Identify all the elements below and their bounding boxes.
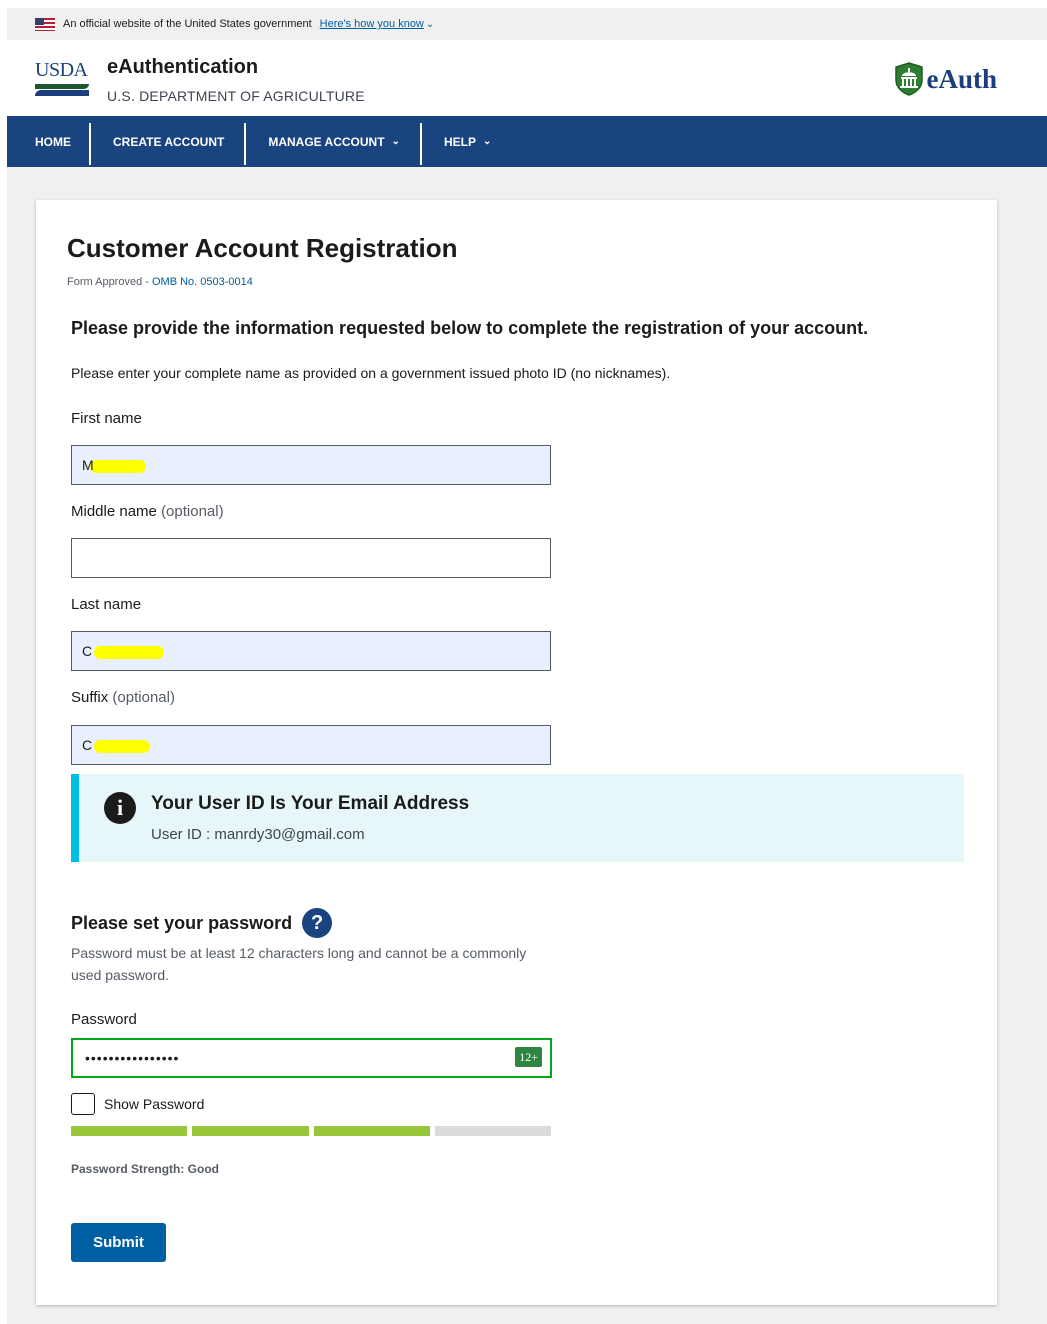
nav-help[interactable]: HELP ⌄ bbox=[422, 116, 513, 167]
redaction-mark bbox=[94, 740, 150, 753]
strength-segment-filled bbox=[71, 1126, 188, 1136]
nav-create-account[interactable]: CREATE ACCOUNT bbox=[91, 116, 247, 167]
info-icon: i bbox=[104, 792, 136, 824]
site-title[interactable]: eAuthentication bbox=[107, 56, 258, 79]
registration-card: Customer Account Registration Form Appro… bbox=[36, 200, 997, 1305]
nav-home[interactable]: HOME bbox=[7, 116, 91, 167]
first-name-input[interactable]: M bbox=[71, 445, 551, 485]
length-badge: 12+ bbox=[515, 1047, 542, 1067]
gov-banner: An official website of the United States… bbox=[7, 8, 1047, 40]
chevron-down-icon[interactable]: ⌄ bbox=[426, 19, 434, 30]
submit-button[interactable]: Submit bbox=[71, 1223, 166, 1262]
heres-how-you-know-link[interactable]: Here's how you know bbox=[320, 18, 424, 30]
show-password-checkbox[interactable] bbox=[71, 1093, 95, 1115]
redaction-mark bbox=[94, 646, 164, 659]
last-name-input[interactable]: C bbox=[71, 631, 551, 671]
last-name-label: Last name bbox=[71, 596, 142, 613]
usda-logo[interactable]: USDA bbox=[35, 60, 91, 102]
password-strength-meter bbox=[71, 1126, 551, 1136]
intro-text: Please provide the information requested… bbox=[71, 318, 869, 338]
password-hint: Password must be at least 12 characters … bbox=[71, 945, 527, 983]
gov-banner-text: An official website of the United States… bbox=[63, 18, 312, 30]
question-icon[interactable]: ? bbox=[302, 908, 333, 938]
page-frame: An official website of the United States… bbox=[7, 8, 1047, 1324]
page-title: Customer Account Registration bbox=[67, 233, 458, 263]
site-subtitle: U.S. DEPARTMENT OF AGRICULTURE bbox=[107, 88, 365, 104]
us-flag-icon bbox=[35, 17, 55, 31]
strength-segment-empty bbox=[434, 1126, 551, 1136]
password-input[interactable]: •••••••••••••••• 12+ bbox=[71, 1038, 552, 1078]
omb-number: OMB No. 0503-0014 bbox=[151, 276, 253, 288]
form-approved-note: Form Approved - OMB No. 0503-0014 bbox=[67, 276, 253, 288]
main-nav: HOME CREATE ACCOUNT MANAGE ACCOUNT ⌄ HEL… bbox=[7, 116, 1047, 167]
redaction-mark bbox=[90, 460, 146, 473]
alert-title: Your User ID Is Your Email Address bbox=[151, 793, 470, 814]
capitol-shield-icon bbox=[895, 62, 924, 96]
password-strength-label: Password Strength: Good bbox=[71, 1162, 220, 1176]
chevron-down-icon: ⌄ bbox=[391, 136, 400, 147]
show-password-toggle[interactable]: Show Password bbox=[71, 1093, 204, 1115]
password-label: Password bbox=[71, 1011, 137, 1028]
site-header: USDA eAuthentication U.S. DEPARTMENT OF … bbox=[7, 40, 1047, 116]
user-id-alert: i Your User ID Is Your Email Address Use… bbox=[71, 774, 964, 862]
strength-segment-filled bbox=[313, 1126, 430, 1136]
middle-name-input[interactable] bbox=[71, 538, 551, 578]
first-name-label: First name bbox=[71, 410, 142, 427]
suffix-label: Suffix (optional) bbox=[71, 689, 175, 706]
eauth-logo[interactable]: eAuth bbox=[894, 62, 997, 96]
user-id-text: User ID : manrdy30@gmail.com bbox=[151, 826, 365, 843]
nav-manage-account[interactable]: MANAGE ACCOUNT ⌄ bbox=[246, 116, 422, 167]
password-heading: Please set your password ? bbox=[71, 908, 333, 938]
strength-segment-filled bbox=[192, 1126, 309, 1136]
middle-name-label: Middle name (optional) bbox=[71, 503, 224, 520]
instruction-text: Please enter your complete name as provi… bbox=[71, 365, 671, 381]
chevron-down-icon: ⌄ bbox=[482, 136, 492, 147]
suffix-input[interactable]: C bbox=[71, 725, 551, 765]
